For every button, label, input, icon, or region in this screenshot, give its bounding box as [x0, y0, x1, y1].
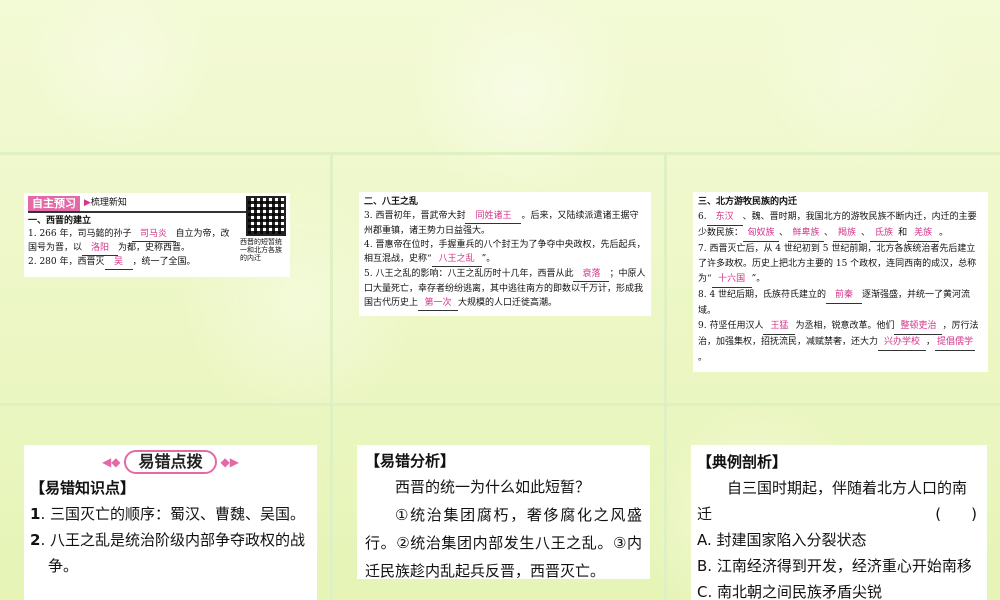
answer-blank: 鲜卑族	[788, 226, 825, 242]
answer-blank: 东汉	[706, 210, 743, 226]
answer-blank: 匈奴族	[743, 226, 780, 242]
qr-code-icon[interactable]	[246, 196, 286, 236]
arrow-right-icon: ◆▶	[220, 455, 239, 469]
analysis-answer: ①统治集团腐朽，奢侈腐化之风盛行。②统治集团内部发生八王之乱。③内迁民族趁内乱起…	[365, 506, 642, 580]
question-9: 9. 苻坚任用汉人 王猛 为丞相，锐意改革。他们 整顿吏治 ，厉行法治，加强集权，招抚流…	[698, 319, 979, 363]
preview-subtitle: 梳理新知	[90, 198, 127, 208]
list-item: 1. 三国灭亡的顺序：蜀汉、曹魏、吴国。	[30, 505, 305, 523]
eight-kings-card: 二、八王之乱 3. 西晋初年，晋武帝大封 同姓诸王 。后来，又陆续派遣诸王据守州郡重…	[359, 192, 651, 316]
question-7: 7. 西晋灭亡后，从 4 世纪初到 5 世纪前期，北方各族统治者先后建立了许多政…	[698, 242, 983, 288]
question-1: 1. 266 年，司马懿的孙子 司马炎 自立为帝，改国号为晋，以 洛阳 为都，史称西晋。	[28, 228, 238, 256]
answer-blank: 前秦	[826, 288, 863, 304]
answer-blank: 八王之乱	[431, 252, 482, 267]
banner-title: 易错点拨	[124, 450, 217, 474]
question-2: 2. 280 年，西晋灭吴，统一了全国。	[28, 256, 238, 270]
answer-blank: 司马炎	[131, 228, 176, 242]
answer-blank: 洛阳	[82, 242, 119, 256]
answer-blank: 整顿吏治	[894, 319, 943, 335]
question-6: 6. 东汉 、魏、晋时期，我国北方的游牧民族不断内迁，内迁的主要少数民族： 匈奴族、鲜…	[698, 210, 983, 242]
answer-blank: 提倡儒学	[935, 335, 976, 351]
answer-blank: 羌族	[907, 226, 940, 242]
section-title: 二、八王之乱	[364, 197, 419, 207]
section-title: 三、北方游牧民族的内迁	[698, 197, 798, 207]
list-item: 2. 八王之乱是统治阶级内部争夺政权的战争。	[30, 531, 305, 575]
grid-line	[664, 152, 667, 600]
question-3: 3. 西晋初年，晋武帝大封 同姓诸王 。后来，又陆续派遣诸王据守州郡重镇，诸王势力日…	[364, 209, 639, 236]
question-8: 8. 4 世纪后期，氐族苻氏建立的 前秦 逐渐强盛，并统一了黄河流域。	[698, 288, 971, 316]
analysis-question: 西晋的统一为什么如此短暂？	[395, 478, 591, 496]
question-4: 4. 晋惠帝在位时，手握重兵的八个封王为了争夺中央政权，先后起兵，相互混战，史称…	[364, 238, 646, 267]
answer-bracket: ( )	[935, 505, 977, 523]
option-c: C. 南北朝之间民族矛盾尖锐	[697, 583, 883, 600]
answer-blank: 兴办学校	[878, 335, 927, 351]
example-analysis-card: 【典例剖析】 自三国时期起，伴随着北方人口的南迁 ( ) A. 封建国家陷入分裂…	[691, 445, 987, 600]
preview-card: 自主预习 ▶ 梳理新知 西晋的短暂统一和北方各族的内迁 一、西晋的建立 1. 2…	[24, 193, 290, 277]
grid-line	[0, 152, 1000, 155]
option-a: A. 封建国家陷入分裂状态	[697, 531, 867, 549]
qr-caption: 西晋的短暂统一和北方各族的内迁	[240, 238, 282, 262]
answer-blank: 衰落	[573, 267, 610, 282]
double-arrow-icon: ▶	[84, 198, 91, 208]
answer-blank: 氐族	[870, 226, 899, 242]
arrow-left-icon: ◀◆	[102, 455, 121, 469]
answer-blank: 羯族	[833, 226, 862, 242]
example-header: 【典例剖析】	[697, 453, 788, 471]
option-b: B. 江南经济得到开发，经济重心开始南移	[697, 557, 972, 575]
error-tips-card: ◀◆ 易错点拨 ◆▶ 【易错知识点】 1. 三国灭亡的顺序：蜀汉、曹魏、吴国。 …	[24, 445, 317, 600]
error-tips-banner: ◀◆ 易错点拨 ◆▶	[30, 449, 311, 475]
answer-blank: 同姓诸王	[465, 209, 522, 224]
preview-title: 自主预习	[28, 196, 80, 211]
answer-blank: 吴	[104, 256, 133, 270]
error-analysis-card: 【易错分析】 西晋的统一为什么如此短暂？ ①统治集团腐朽，奢侈腐化之风盛行。②统…	[357, 445, 650, 580]
analysis-header: 【易错分析】	[365, 452, 456, 470]
question-5: 5. 八王之乱的影响：八王之乱历时十几年，西晋从此 衰落 ；中原人口大量死亡，幸存者…	[364, 267, 646, 311]
example-question: 自三国时期起，伴随着北方人口的南迁 ( )	[697, 475, 981, 527]
knowledge-header: 【易错知识点】	[30, 479, 136, 497]
answer-blank: 王猛	[763, 319, 796, 335]
answer-blank: 十六国	[711, 272, 752, 288]
grid-line	[330, 152, 333, 600]
grid-line	[0, 403, 1000, 406]
nomad-migration-card: 三、北方游牧民族的内迁 6. 东汉 、魏、晋时期，我国北方的游牧民族不断内迁，内迁的…	[693, 192, 988, 372]
answer-blank: 第一次	[418, 296, 459, 311]
